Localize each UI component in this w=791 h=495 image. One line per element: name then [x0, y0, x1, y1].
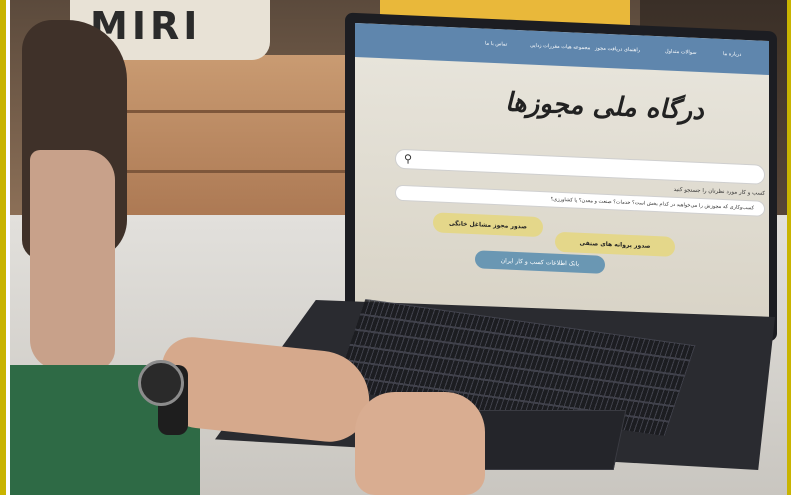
frame-border [787, 0, 791, 495]
nav-item-guide[interactable]: راهنمای دریافت مجوز [595, 45, 640, 53]
watch-icon [138, 360, 184, 406]
laptop-screen: درباره ما سوالات متداول راهنمای دریافت م… [355, 22, 769, 332]
nav-item-contact[interactable]: تماس با ما [485, 41, 507, 48]
nav-item-faq[interactable]: سوالات متداول [665, 48, 697, 55]
nav-item-board[interactable]: مجموعه هیات مقررات زدایی [530, 43, 590, 52]
search-icon[interactable]: ⚲ [404, 152, 412, 165]
home-business-button[interactable]: صدور مجوز مشاغل خانگی [433, 212, 543, 238]
business-bank-button[interactable]: بانک اطلاعات کسب و کار ایران [475, 250, 605, 274]
person-face [30, 150, 115, 370]
scene: MIRI درباره ما سوالات متداول راهنمای دری… [10, 0, 791, 495]
site-title: درگاه ملی مجوزها [505, 87, 704, 127]
question-text: کسب‌وکاری که مجوزش را می‌خواهید در کدام … [550, 196, 754, 212]
frame-border [0, 0, 6, 495]
nav-item-about[interactable]: درباره ما [723, 51, 741, 58]
photo: MIRI درباره ما سوالات متداول راهنمای دری… [0, 0, 791, 495]
right-hand [355, 392, 485, 495]
industry-license-button[interactable]: صدور پروانه های صنفی [555, 231, 675, 257]
